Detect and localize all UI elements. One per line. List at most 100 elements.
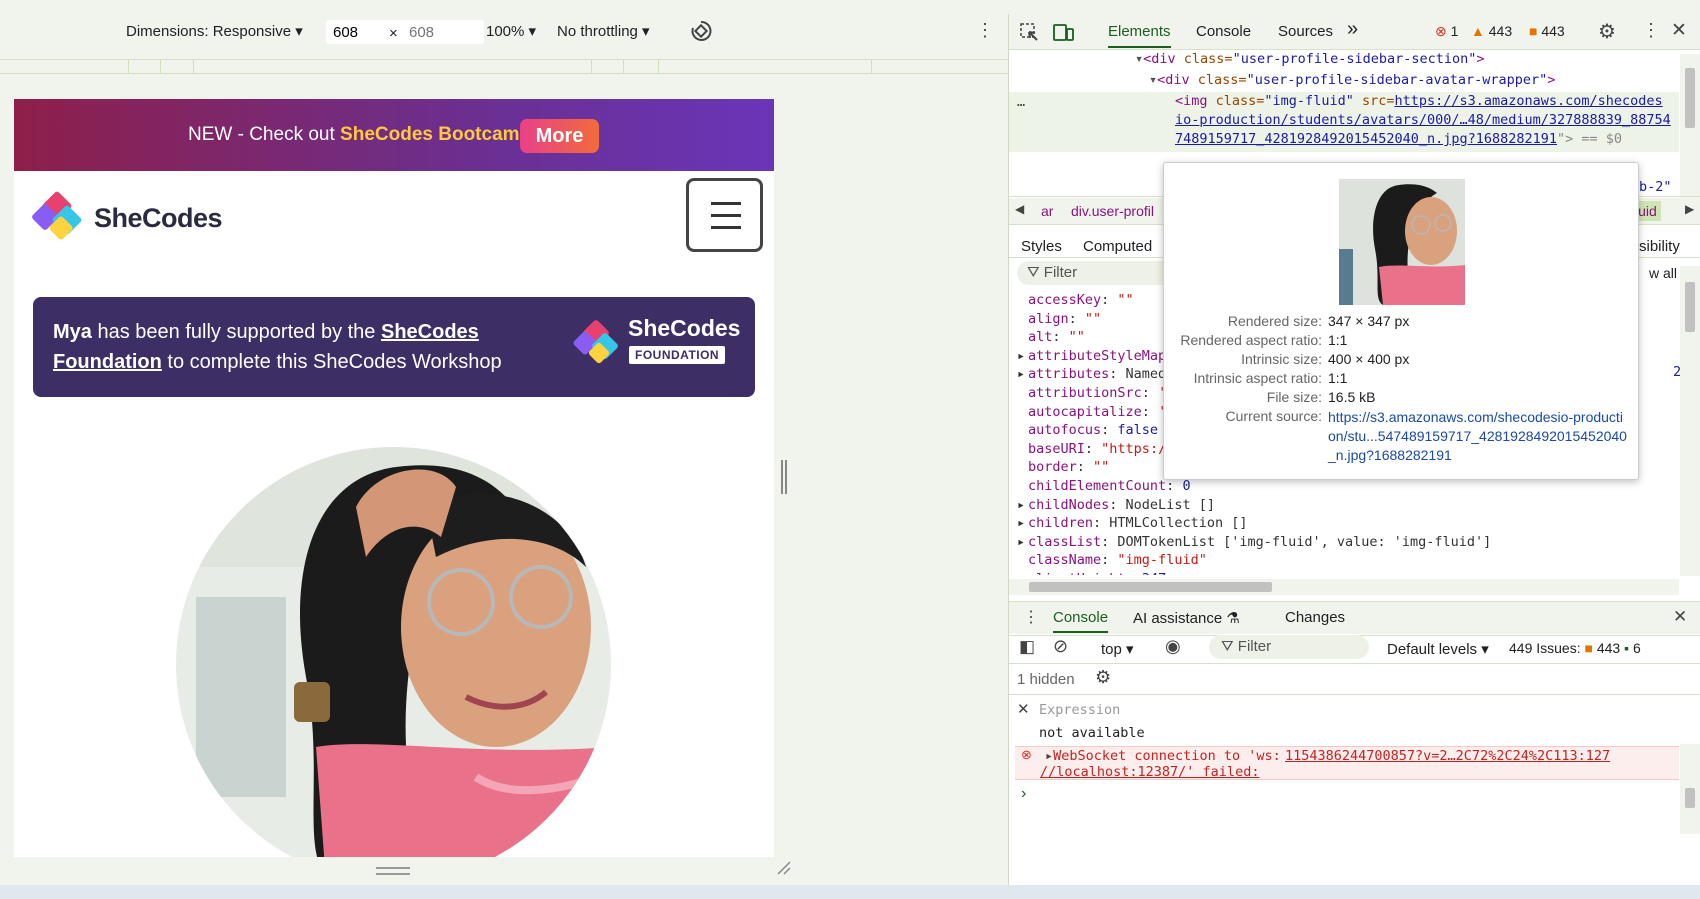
breadcrumb-item[interactable]: div.user-profil (1071, 203, 1154, 219)
breadcrumb-item[interactable]: ar (1041, 203, 1053, 219)
property-row[interactable]: ▸ classList: DOMTokenList ['img-fluid', v… (1017, 534, 1491, 550)
property-value: "https:/ (1101, 440, 1167, 457)
console-error-message[interactable]: ⊗ ▸WebSocket connection to 'ws: //localh… (1015, 746, 1679, 780)
tab-elements[interactable]: Elements (1108, 23, 1171, 48)
properties-scrollbar[interactable] (1680, 266, 1700, 576)
rotate-icon[interactable] (690, 20, 712, 42)
subtab-accessibility[interactable]: sibility (1639, 238, 1680, 255)
error-count: 1 (1450, 23, 1459, 39)
property-row[interactable]: border: "" (1017, 459, 1109, 475)
property-row[interactable]: align: "" (1017, 311, 1101, 327)
more-options-icon[interactable]: ⋮ (976, 20, 994, 41)
error-source-link[interactable]: 1154386244700857?v=2…2C72%2C24%2C113:127 (1285, 748, 1610, 764)
live-expression-eye-icon[interactable]: ◉ (1165, 636, 1181, 657)
shecodes-logo[interactable]: SheCodes (32, 189, 232, 240)
foundation-link[interactable]: Foundation (53, 351, 162, 373)
console-filter[interactable]: ⛛ Filter (1209, 635, 1369, 659)
viewport-resize-handle[interactable] (781, 460, 787, 494)
drawer-menu-icon[interactable]: ⋮ (1023, 607, 1039, 627)
warning-count: 443 (1488, 23, 1513, 39)
console-settings-gear-icon[interactable]: ⚙ (1095, 667, 1111, 688)
close-drawer-icon[interactable]: ✕ (1673, 607, 1687, 627)
property-row[interactable]: autofocus: false (1017, 422, 1158, 438)
property-key: baseURI (1028, 440, 1085, 457)
tab-console[interactable]: Console (1196, 23, 1251, 40)
breadcrumb-left-icon[interactable]: ◀ (1015, 202, 1024, 216)
property-row[interactable]: attributionSrc: ' (1017, 385, 1166, 401)
caret-down-icon: ▾ (1126, 641, 1134, 658)
property-key: clientHeight (1028, 571, 1126, 575)
breadcrumb-right-icon[interactable]: ▶ (1685, 202, 1694, 216)
dom-more-icon[interactable]: … (1017, 94, 1025, 110)
context-selector[interactable]: top ▾ (1101, 640, 1134, 658)
dom-fragment: b-2" (1639, 179, 1672, 195)
tab-sources[interactable]: Sources (1278, 23, 1333, 40)
subtab-computed[interactable]: Computed (1083, 238, 1152, 255)
property-value: "img-fluid" (1117, 552, 1207, 569)
issues-counter[interactable]: ■ 443 (1529, 23, 1565, 39)
expand-arrow-icon: ▾ (1135, 51, 1144, 67)
console-prompt[interactable]: › (1021, 785, 1026, 803)
property-row[interactable]: ▸ childNodes: NodeList [] (1017, 497, 1215, 513)
support-text-end: to complete this SheCodes Workshop (161, 351, 502, 373)
customize-menu-icon[interactable]: ⋮ (1642, 20, 1660, 41)
property-row[interactable]: ▸ children: HTMLCollection [] (1017, 515, 1247, 531)
dom-line-avatar-wrapper[interactable]: ▾<div class="user-profile-sidebar-avatar… (1149, 72, 1555, 88)
dom-line-img[interactable]: <img class="img-fluid" src=https://s3.am… (1175, 93, 1663, 109)
rendered-size-value: 347 × 347 px (1328, 313, 1410, 329)
properties-filter[interactable]: ⛛ Filter (1017, 261, 1187, 285)
property-row[interactable]: accessKey: "" (1017, 292, 1134, 308)
log-levels-dropdown[interactable]: Default levels ▾ (1387, 640, 1489, 658)
inspect-element-icon[interactable] (1019, 22, 1039, 42)
height-input[interactable] (402, 20, 484, 44)
banner-text: NEW - Check out SheCodes Bootcamp (188, 124, 531, 146)
property-row[interactable]: className: "img-fluid" (1017, 552, 1207, 568)
show-all-toggle[interactable]: w all (1649, 265, 1677, 281)
sidebar-toggle-icon[interactable]: ◧ (1019, 637, 1035, 657)
property-row[interactable]: clientHeight: 347 (1017, 571, 1166, 575)
zoom-dropdown[interactable]: 100% ▾ (486, 22, 536, 40)
remove-expression-icon[interactable]: ✕ (1017, 700, 1030, 718)
drawer-tab-changes[interactable]: Changes (1285, 609, 1345, 626)
warning-counter[interactable]: ▲ 443 (1471, 23, 1512, 39)
console-scrollbar[interactable] (1680, 744, 1700, 834)
issue-icon: ■ (1529, 23, 1538, 39)
property-row[interactable]: alt: "" (1017, 329, 1085, 345)
issues-summary[interactable]: 449 Issues: ■ 443 ▪ 6 (1509, 640, 1641, 656)
property-key: autofocus (1028, 422, 1102, 439)
dom-scrollbar[interactable] (1680, 54, 1700, 210)
user-avatar-image (176, 447, 611, 857)
drawer-tab-console[interactable]: Console (1053, 609, 1109, 633)
close-devtools-icon[interactable]: ✕ (1671, 19, 1687, 42)
error-counter[interactable]: ⊗ 1 (1435, 23, 1458, 40)
property-row[interactable]: autocapitalize: ' (1017, 404, 1166, 420)
property-row[interactable]: childElementCount: 0 (1017, 478, 1191, 494)
more-button[interactable]: More (520, 119, 599, 153)
img-src-link-3[interactable]: 7489159717_4281928492015452040_n.jpg?168… (1175, 131, 1622, 147)
more-tabs-icon[interactable]: » (1347, 18, 1358, 41)
property-key: attributionSrc (1028, 385, 1142, 401)
corner-resize-icon[interactable] (776, 860, 792, 876)
horizontal-scrollbar[interactable] (1009, 579, 1679, 595)
dom-line-section[interactable]: ▾<div class="user-profile-sidebar-sectio… (1135, 51, 1485, 67)
expression-input[interactable]: Expression (1039, 702, 1120, 718)
support-message: Mya has been fully supported by the SheC… (53, 317, 523, 377)
property-row[interactable]: ▸attributeStyleMap: (1017, 348, 1174, 364)
clear-console-icon[interactable]: ⊘ (1053, 636, 1068, 657)
viewport-bottom-resize-handle[interactable] (376, 867, 410, 875)
settings-gear-icon[interactable]: ⚙ (1598, 19, 1616, 44)
issue-icon: ■ (1584, 640, 1593, 656)
throttling-dropdown[interactable]: No throttling ▾ (557, 22, 650, 40)
banner-highlight-link[interactable]: SheCodes Bootcamp (340, 124, 531, 145)
subtab-styles[interactable]: Styles (1021, 238, 1062, 255)
dimensions-dropdown[interactable]: Dimensions: Responsive ▾ (126, 22, 303, 40)
shecodes-link[interactable]: SheCodes (381, 321, 479, 343)
drawer-tab-ai-assistance[interactable]: AI assistance ⚗ (1133, 609, 1240, 627)
device-toggle-icon[interactable] (1053, 22, 1075, 42)
menu-toggle-button[interactable] (686, 178, 763, 252)
error-text-1: ▸WebSocket connection to 'ws: (1045, 748, 1281, 764)
property-key: alt (1028, 329, 1053, 346)
property-row[interactable]: ▸ attributes: Named (1017, 366, 1166, 382)
img-src-link-2[interactable]: io-production/students/avatars/000/…48/m… (1175, 112, 1671, 128)
property-row[interactable]: baseURI: "https:/ (1017, 441, 1166, 457)
